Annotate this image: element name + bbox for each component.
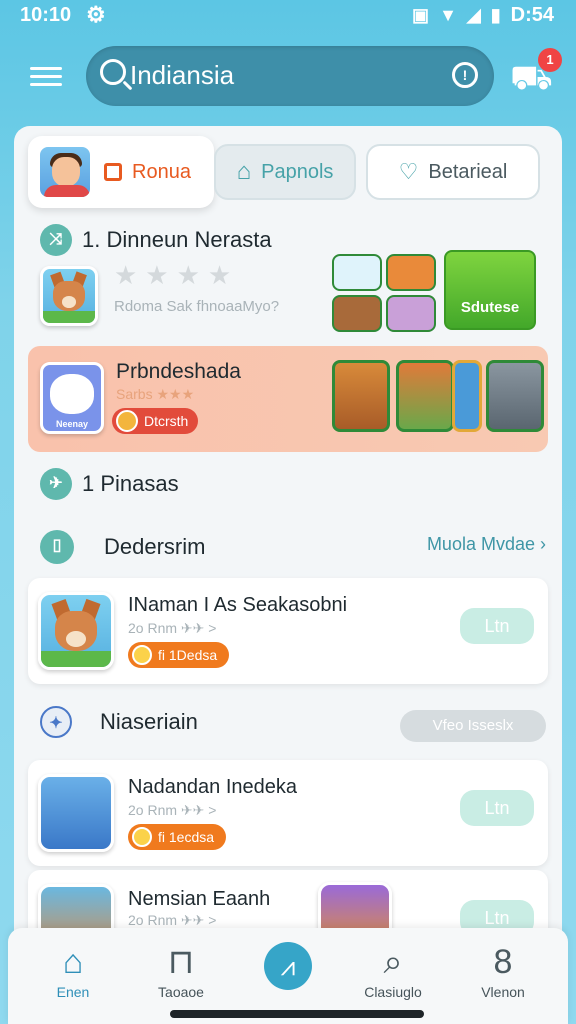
featured-title: Prbndeshada [116,360,241,383]
app-icon [38,774,114,852]
nfc-icon: ▣ [412,5,430,25]
fox-art[interactable] [332,360,390,432]
featured-subtitle: Sarbs ★★★ [116,386,195,402]
status-right: ▣ ▼ ◢ ▮ D:54 [412,4,554,27]
search-bar[interactable]: Indiansia ! [86,46,494,106]
nav-item-search[interactable]: ⌕ Clasiuglo [348,940,438,1000]
coin-icon [132,645,152,665]
item-badge[interactable]: fi 1Dedsa [128,642,230,668]
phone-icon: ▯ [40,530,74,564]
item-subtitle: 2o Rnm ✈✈ > [128,620,217,636]
see-all-link[interactable]: Muola Mvdae › [427,534,546,555]
signal-icon: ◢ [466,5,481,25]
section-title: Dedersrim [104,534,206,559]
bottom-nav: ⌂ Enen ⊓ Taoaoe ⩘ ⌕ Clasiuglo 8 Vlenon [8,928,568,1024]
badge-label: Dtcrsth [144,413,189,429]
section-header: ✦ Niaseriain [40,706,198,738]
list-item[interactable]: INaman I As Seakasobni 2o Rnm ✈✈ > fi 1D… [28,578,548,684]
square-icon [104,163,122,181]
section-title: Niaseriain [100,709,198,734]
rabbit-icon: ✦ [40,706,72,738]
search-icon: ⌕ [383,943,403,981]
wifi-icon: ▼ [439,5,457,25]
avatar [38,145,92,199]
tab-label: Betarieal [428,160,508,183]
nav-item-home[interactable]: ⌂ Enen [28,940,118,1000]
main-panel: Ronua ⌂ Papnols ♡ Betarieal ⤨ 1. Dinneun… [14,126,562,1024]
status-time: 10:10 [20,4,72,26]
status-bar: 10:10 ⚙ ▣ ▼ ◢ ▮ D:54 [0,0,576,32]
featured-badge[interactable]: Dtcrsth [112,408,199,434]
status-right-time: D:54 [510,4,554,26]
heart-icon: ♡ [398,159,419,184]
nav-label: Taoaoe [158,984,204,1000]
cart-button[interactable]: ⛟ 1 [510,48,562,100]
coin-icon [116,410,138,432]
item-subtitle: 2o Rnm ✈✈ > [128,802,217,818]
rating-stars: ★★★★ [114,260,240,290]
row-text: Rdoma Sak fhnoaaMyo? [114,298,280,315]
badge-label: fi 1Dedsa [158,647,218,663]
tab-papnols[interactable]: ⌂ Papnols [214,144,356,200]
heart-key-art[interactable] [452,360,482,432]
green-tile-button[interactable]: Sdutese [444,250,536,330]
app-icon [38,592,114,670]
nav-label: Clasiuglo [364,984,422,1000]
battery-icon: ▮ [490,5,501,25]
nav-label: Enen [56,984,90,1000]
girl-art[interactable] [396,360,454,432]
section-header: ✈ 1 Pinasas [40,468,179,500]
green-tile-label: Sdutese [460,299,520,316]
tab-betarieal[interactable]: ♡ Betarieal [366,144,540,200]
item-subtitle: 2o Rnm ✈✈ > [128,912,217,928]
plane-icon: ✈ [40,468,72,500]
cart-badge: 1 [538,48,562,72]
nav-label: Vlenon [481,984,525,1000]
filter-pill[interactable]: Vfeo Isseslx [400,710,546,742]
tab-label: Ronua [132,160,191,183]
section-header: ▯ Dedersrim [40,530,205,564]
search-input[interactable]: Indiansia [130,60,234,91]
coin-icon [132,827,152,847]
item-title: INaman I As Seakasobni [128,594,348,616]
section-title: 1 Pinasas [82,471,179,496]
item-badge[interactable]: fi 1ecdsa [128,824,227,850]
get-button[interactable]: Ltn [460,790,534,826]
app-icon[interactable] [40,266,98,326]
section1-row: ★★★★ Rdoma Sak fhnoaaMyo? Sdutese [26,250,550,332]
search-icon [100,59,126,85]
profile-icon: 8 [493,943,513,981]
nav-item-cup[interactable]: ⊓ Taoaoe [136,940,226,1000]
wolf-app-icon: Neenay [40,362,104,434]
item-title: Nadandan Inedeka [128,776,298,798]
raccoon-art[interactable] [486,360,544,432]
tab-label: Papnols [261,160,334,183]
info-icon[interactable]: ! [452,62,478,88]
home-indicator [170,1010,424,1018]
featured-card[interactable]: Neenay Prbndeshada Sarbs ★★★ Dtcrsth [28,346,548,452]
icon-label: Neenay [55,419,89,429]
home-icon: ⌂ [62,943,84,981]
character-grid[interactable] [332,254,436,332]
tab-ronua[interactable]: Ronua [28,136,214,208]
menu-icon[interactable] [30,62,62,90]
item-title: Nemsian Eaanh [128,888,271,910]
nav-item-profile[interactable]: 8 Vlenon [458,940,548,1000]
list-item[interactable]: Nadandan Inedeka 2o Rnm ✈✈ > fi 1ecdsa L… [28,760,548,866]
get-button[interactable]: Ltn [460,608,534,644]
cup-icon: ⊓ [167,943,195,981]
chart-icon[interactable]: ⩘ [264,942,312,990]
settings-status-icon: ⚙ [86,2,106,27]
badge-label: fi 1ecdsa [158,829,215,845]
house-icon: ⌂ [236,158,252,185]
